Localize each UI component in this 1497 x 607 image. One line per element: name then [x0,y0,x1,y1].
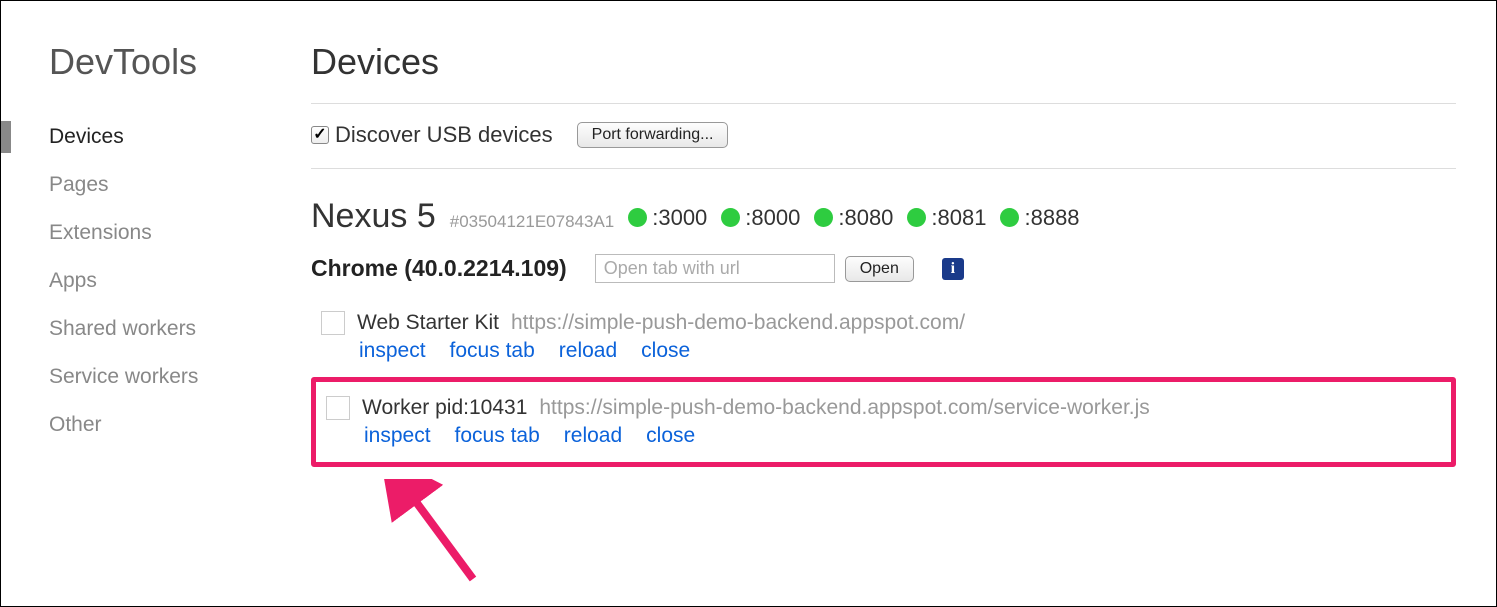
port-badge: :8000 [721,205,800,231]
sidebar-item-shared-workers[interactable]: Shared workers [49,305,281,353]
sidebar-item-pages[interactable]: Pages [49,161,281,209]
checkbox-icon [311,126,329,144]
close-link[interactable]: close [641,339,690,363]
status-dot-icon [721,208,740,227]
sidebar-item-devices[interactable]: Devices [49,113,281,161]
inspect-link[interactable]: inspect [364,424,431,448]
sidebar-title: DevTools [49,41,281,83]
inspect-link[interactable]: inspect [359,339,426,363]
browser-name: Chrome (40.0.2214.109) [311,255,567,282]
tab-url: https://simple-push-demo-backend.appspot… [539,396,1149,420]
sidebar-item-apps[interactable]: Apps [49,257,281,305]
tab-entry-highlighted: Worker pid:10431 https://simple-push-dem… [311,377,1456,467]
close-link[interactable]: close [646,424,695,448]
device-id: #03504121E07843A1 [450,212,615,232]
sidebar-item-extensions[interactable]: Extensions [49,209,281,257]
open-tab-url-input[interactable] [595,254,835,283]
open-button[interactable]: Open [845,256,914,282]
discover-usb-label: Discover USB devices [335,122,553,148]
info-icon[interactable]: i [942,258,964,280]
tab-title: Web Starter Kit [357,311,499,335]
status-dot-icon [1000,208,1019,227]
focus-tab-link[interactable]: focus tab [450,339,535,363]
main-content: Devices Discover USB devices Port forwar… [281,1,1496,606]
port-badge: :8081 [907,205,986,231]
sidebar-item-service-workers[interactable]: Service workers [49,353,281,401]
port-badge: :8888 [1000,205,1079,231]
reload-link[interactable]: reload [559,339,617,363]
device-header: Nexus 5 #03504121E07843A1 :3000 :8000 :8… [311,197,1456,236]
sidebar: DevTools Devices Pages Extensions Apps S… [1,1,281,606]
status-dot-icon [628,208,647,227]
favicon-placeholder-icon [326,396,350,420]
port-forwarding-button[interactable]: Port forwarding... [577,122,729,148]
sidebar-item-other[interactable]: Other [49,401,281,449]
favicon-placeholder-icon [321,311,345,335]
tab-title: Worker pid:10431 [362,396,527,420]
tab-url: https://simple-push-demo-backend.appspot… [511,311,965,335]
status-dot-icon [814,208,833,227]
tab-entry: Web Starter Kit https://simple-push-demo… [311,303,1456,371]
device-name: Nexus 5 [311,197,436,236]
port-badge: :8080 [814,205,893,231]
focus-tab-link[interactable]: focus tab [455,424,540,448]
discover-usb-checkbox[interactable]: Discover USB devices [311,122,553,148]
divider [311,168,1456,169]
port-badge: :3000 [628,205,707,231]
status-dot-icon [907,208,926,227]
reload-link[interactable]: reload [564,424,622,448]
divider [311,103,1456,104]
page-title: Devices [311,41,1456,83]
